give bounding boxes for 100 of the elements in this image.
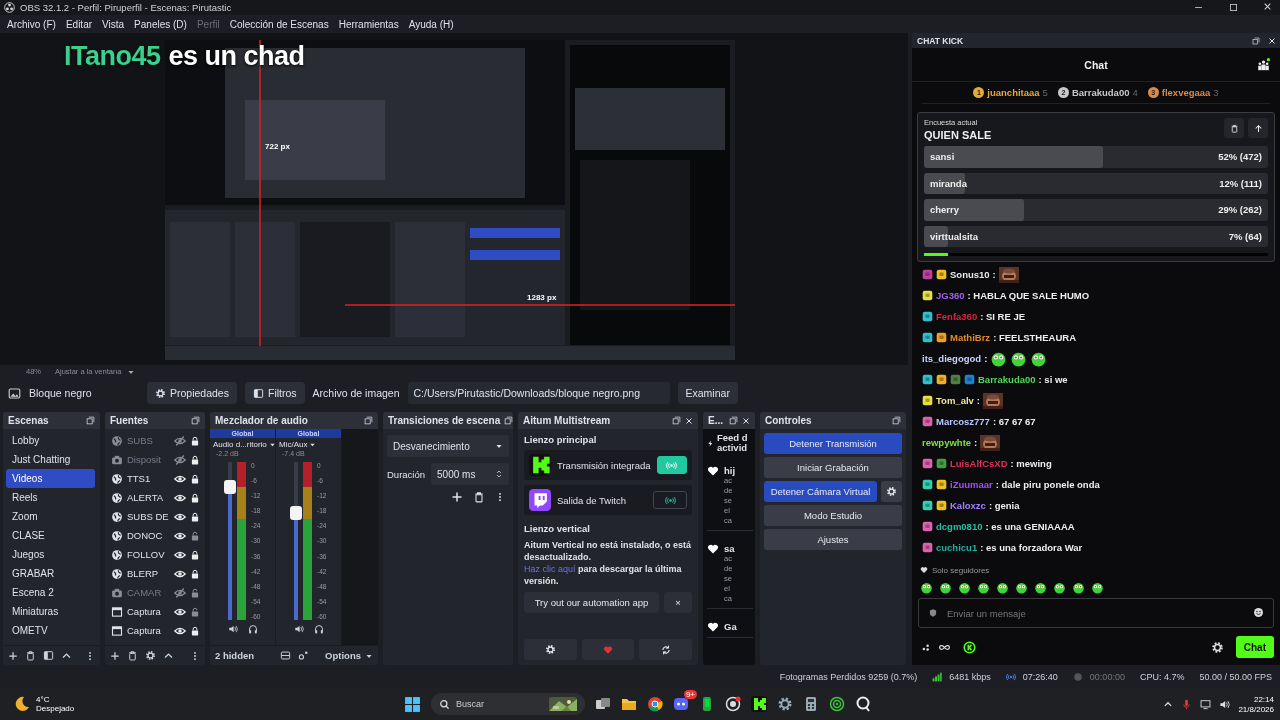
poll-option[interactable]: cherry 29% (262) [924,199,1268,221]
leader-name[interactable]: juanchitaaa [987,87,1040,98]
source-label[interactable]: DONOC [127,530,170,541]
control-button[interactable]: Detener Transmisión [764,433,902,454]
path-field[interactable]: C:/Users/Pirutastic/Downloads/bloque negro.png [407,382,670,404]
chat-username[interactable]: Fenfa360 [936,311,978,322]
trash-icon[interactable] [473,491,485,503]
source-label[interactable]: Captura [127,606,170,617]
source-label[interactable]: SUBS DE [127,511,170,522]
settings-icon[interactable] [777,696,793,712]
trash-icon[interactable] [25,650,36,661]
emote-icon[interactable] [996,580,1009,594]
eye-slash-icon[interactable] [174,586,186,599]
close-icon[interactable] [685,416,693,425]
logo-icon[interactable] [751,696,767,712]
add-icon[interactable] [8,650,18,661]
control-button[interactable]: Detener Cámara Virtual [764,481,877,502]
settings-icon[interactable] [1210,640,1224,654]
chat-username[interactable]: Kaloxzc [950,500,986,511]
task-view-icon[interactable] [595,696,611,712]
settings-button[interactable] [881,481,902,502]
emote-icon[interactable] [1053,580,1066,594]
stream-toggle[interactable] [653,491,687,509]
lock-icon[interactable] [190,492,200,503]
search-field[interactable]: Buscar [431,693,585,715]
users-icon[interactable] [1257,58,1270,71]
control-button[interactable]: Ajustes [764,529,902,550]
undock-icon[interactable] [364,416,373,425]
eye-slash-icon[interactable] [174,434,186,447]
display-icon[interactable] [1200,698,1212,710]
gear-icon[interactable] [145,650,156,661]
trash-icon[interactable] [127,650,138,661]
source-label[interactable]: ALERTA [127,492,170,503]
channel-name[interactable]: Mic/Aux [279,439,308,449]
clock-time[interactable]: 22:14 [1253,694,1274,704]
lock-icon[interactable] [190,625,200,636]
delete-button[interactable] [1224,118,1244,138]
scene-item[interactable]: Miniaturas [6,602,95,621]
unlocked-icon[interactable] [190,606,200,617]
chat-username[interactable]: LuisAlfCsXD [950,458,1008,469]
source-label[interactable]: Disposit [127,454,170,465]
undock-icon[interactable] [729,416,738,425]
leader-name[interactable]: flexvegaaa [1161,87,1211,98]
target-icon[interactable] [829,696,845,712]
scene-item[interactable]: Lobby [6,431,95,450]
scene-item[interactable]: Reels [6,488,95,507]
layout-icon[interactable] [280,650,291,661]
lock-icon[interactable] [190,454,200,465]
browser-icon[interactable] [647,696,663,712]
unlocked-icon[interactable] [190,587,200,598]
browse-button[interactable]: Examinar [677,382,738,404]
stream-toggle[interactable] [656,456,687,474]
record-app-icon[interactable] [725,696,741,712]
emoji-icon[interactable] [1253,607,1264,618]
refresh-button[interactable] [639,639,692,660]
close-icon[interactable] [1263,2,1272,11]
emote-icon[interactable] [977,580,990,594]
lock-icon[interactable] [190,473,200,484]
source-label[interactable]: CAMAR [127,587,170,598]
chat-username[interactable]: dcgm0810 [936,521,983,532]
undock-icon[interactable] [1252,36,1260,45]
lens-icon[interactable] [855,696,871,712]
folder-icon[interactable] [621,696,637,712]
scene-item[interactable]: CLASE [6,526,95,545]
lock-icon[interactable] [190,435,200,446]
chat-username[interactable]: cuchicu1 [936,542,978,553]
poll-option[interactable]: miranda 12% (111) [924,172,1268,195]
speaker-icon[interactable] [1219,698,1231,710]
source-label[interactable]: SUBS [127,435,170,446]
options-button[interactable]: Options [325,650,373,661]
menu-item[interactable]: Ayuda (H) [408,18,454,30]
fader-thumb[interactable] [290,505,302,520]
headphones-icon[interactable] [313,624,324,634]
scene-item[interactable]: Videos [6,469,95,488]
donate-button[interactable] [581,639,635,660]
undock-icon[interactable] [892,416,901,425]
control-button[interactable]: Iniciar Grabación [764,457,902,478]
scene-item[interactable]: Juegos [6,545,95,564]
chat-username[interactable]: Barrakuda00 [978,374,1036,385]
scene-item[interactable]: Just Chatting [6,450,95,469]
poll-option[interactable]: sansi 52% (472) [924,146,1268,168]
chat-app-icon[interactable] [673,696,689,712]
chevron-up-icon[interactable] [61,650,72,661]
emote-icon[interactable] [1091,580,1104,594]
calculator-icon[interactable] [803,696,819,712]
emote-icon[interactable] [958,580,971,594]
message-field[interactable]: Enviar un mensaje [918,598,1274,628]
properties-button[interactable]: Propiedades [147,382,237,404]
chat-username[interactable]: Marcosz777 [936,416,990,427]
automation-button[interactable]: Try out our automation app [524,592,659,613]
menu-item[interactable]: Archivo (F) [7,18,56,30]
source-label[interactable]: BLERP [127,568,170,579]
add-icon[interactable] [110,650,120,661]
download-link[interactable]: Haz clic aquí [524,564,576,574]
poll-option[interactable]: virttualsita 7% (64) [924,225,1268,248]
scene-item[interactable]: GRABAR [6,564,95,583]
chat-username[interactable]: iZuumaar [950,479,993,490]
undock-icon[interactable] [191,416,200,425]
routing-icon[interactable] [298,650,309,661]
chat-username[interactable]: Sonus10 [950,269,990,280]
